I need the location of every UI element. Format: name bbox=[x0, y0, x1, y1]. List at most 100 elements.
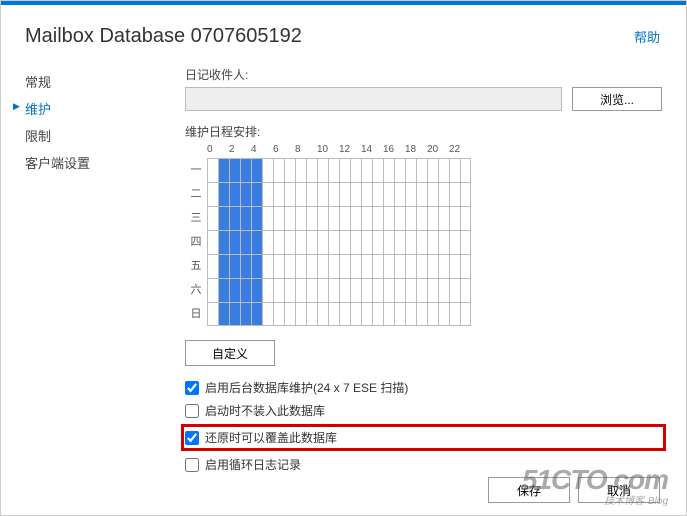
schedule-cell[interactable] bbox=[438, 182, 449, 206]
schedule-cell[interactable] bbox=[449, 278, 460, 302]
schedule-cell[interactable] bbox=[394, 158, 405, 182]
schedule-cell[interactable] bbox=[361, 302, 372, 326]
schedule-cell[interactable] bbox=[207, 206, 218, 230]
schedule-cell[interactable] bbox=[449, 230, 460, 254]
schedule-cell[interactable] bbox=[317, 254, 328, 278]
schedule-cell[interactable] bbox=[383, 206, 394, 230]
schedule-cell[interactable] bbox=[229, 206, 240, 230]
schedule-cell[interactable] bbox=[339, 302, 350, 326]
schedule-cell[interactable] bbox=[350, 182, 361, 206]
schedule-cell[interactable] bbox=[427, 158, 438, 182]
schedule-cell[interactable] bbox=[405, 230, 416, 254]
save-button[interactable]: 保存 bbox=[488, 477, 570, 503]
schedule-cell[interactable] bbox=[207, 182, 218, 206]
checkbox-1[interactable] bbox=[185, 404, 199, 418]
schedule-cell[interactable] bbox=[317, 230, 328, 254]
schedule-cell[interactable] bbox=[460, 302, 471, 326]
schedule-cell[interactable] bbox=[273, 254, 284, 278]
schedule-cell[interactable] bbox=[262, 302, 273, 326]
schedule-cell[interactable] bbox=[240, 230, 251, 254]
sidebar-item-client[interactable]: 客户端设置 bbox=[25, 149, 135, 176]
schedule-cell[interactable] bbox=[372, 278, 383, 302]
schedule-cell[interactable] bbox=[262, 230, 273, 254]
schedule-cell[interactable] bbox=[405, 278, 416, 302]
schedule-cell[interactable] bbox=[328, 206, 339, 230]
schedule-cell[interactable] bbox=[350, 302, 361, 326]
schedule-cell[interactable] bbox=[460, 158, 471, 182]
schedule-cell[interactable] bbox=[427, 230, 438, 254]
schedule-cell[interactable] bbox=[218, 230, 229, 254]
schedule-cell[interactable] bbox=[229, 230, 240, 254]
checkbox-2[interactable] bbox=[185, 431, 199, 445]
schedule-cell[interactable] bbox=[306, 230, 317, 254]
schedule-cell[interactable] bbox=[460, 182, 471, 206]
schedule-cell[interactable] bbox=[207, 158, 218, 182]
schedule-cell[interactable] bbox=[328, 302, 339, 326]
schedule-cell[interactable] bbox=[383, 182, 394, 206]
schedule-cell[interactable] bbox=[218, 206, 229, 230]
schedule-cell[interactable] bbox=[328, 182, 339, 206]
schedule-cell[interactable] bbox=[207, 302, 218, 326]
schedule-cell[interactable] bbox=[218, 254, 229, 278]
schedule-cell[interactable] bbox=[240, 206, 251, 230]
schedule-cell[interactable] bbox=[284, 254, 295, 278]
schedule-cell[interactable] bbox=[328, 230, 339, 254]
schedule-cell[interactable] bbox=[262, 158, 273, 182]
schedule-cell[interactable] bbox=[284, 158, 295, 182]
schedule-cell[interactable] bbox=[405, 206, 416, 230]
schedule-cell[interactable] bbox=[295, 230, 306, 254]
schedule-cell[interactable] bbox=[273, 182, 284, 206]
cancel-button[interactable]: 取消 bbox=[578, 477, 660, 503]
schedule-cell[interactable] bbox=[350, 230, 361, 254]
sidebar-item-maintenance[interactable]: 维护 bbox=[25, 95, 135, 122]
schedule-cell[interactable] bbox=[306, 254, 317, 278]
schedule-cell[interactable] bbox=[427, 182, 438, 206]
schedule-cell[interactable] bbox=[273, 158, 284, 182]
schedule-cell[interactable] bbox=[207, 230, 218, 254]
schedule-cell[interactable] bbox=[284, 182, 295, 206]
schedule-cell[interactable] bbox=[317, 158, 328, 182]
schedule-cell[interactable] bbox=[361, 158, 372, 182]
schedule-cell[interactable] bbox=[262, 278, 273, 302]
schedule-cell[interactable] bbox=[306, 182, 317, 206]
schedule-cell[interactable] bbox=[273, 230, 284, 254]
schedule-cell[interactable] bbox=[284, 230, 295, 254]
schedule-cell[interactable] bbox=[207, 254, 218, 278]
schedule-cell[interactable] bbox=[229, 302, 240, 326]
checkbox-3[interactable] bbox=[185, 458, 199, 472]
schedule-cell[interactable] bbox=[460, 230, 471, 254]
sidebar-item-limits[interactable]: 限制 bbox=[25, 122, 135, 149]
schedule-cell[interactable] bbox=[460, 206, 471, 230]
schedule-cell[interactable] bbox=[350, 278, 361, 302]
schedule-cell[interactable] bbox=[416, 302, 427, 326]
schedule-cell[interactable] bbox=[416, 182, 427, 206]
schedule-cell[interactable] bbox=[295, 302, 306, 326]
schedule-cell[interactable] bbox=[306, 278, 317, 302]
schedule-cell[interactable] bbox=[240, 302, 251, 326]
help-link[interactable]: 帮助 bbox=[634, 27, 660, 46]
schedule-cell[interactable] bbox=[361, 254, 372, 278]
checkbox-0[interactable] bbox=[185, 381, 199, 395]
schedule-cell[interactable] bbox=[416, 278, 427, 302]
schedule-cell[interactable] bbox=[460, 278, 471, 302]
schedule-cell[interactable] bbox=[427, 278, 438, 302]
schedule-cell[interactable] bbox=[240, 278, 251, 302]
schedule-cell[interactable] bbox=[251, 302, 262, 326]
schedule-cell[interactable] bbox=[229, 158, 240, 182]
schedule-cell[interactable] bbox=[295, 182, 306, 206]
schedule-cell[interactable] bbox=[240, 182, 251, 206]
schedule-cell[interactable] bbox=[416, 158, 427, 182]
schedule-cell[interactable] bbox=[295, 278, 306, 302]
schedule-cell[interactable] bbox=[372, 230, 383, 254]
schedule-cell[interactable] bbox=[394, 278, 405, 302]
schedule-cell[interactable] bbox=[405, 302, 416, 326]
schedule-cell[interactable] bbox=[295, 254, 306, 278]
schedule-cell[interactable] bbox=[350, 206, 361, 230]
schedule-cell[interactable] bbox=[295, 158, 306, 182]
schedule-cell[interactable] bbox=[383, 254, 394, 278]
schedule-cell[interactable] bbox=[438, 278, 449, 302]
schedule-cell[interactable] bbox=[229, 254, 240, 278]
schedule-cell[interactable] bbox=[438, 254, 449, 278]
schedule-cell[interactable] bbox=[218, 158, 229, 182]
schedule-cell[interactable] bbox=[350, 158, 361, 182]
